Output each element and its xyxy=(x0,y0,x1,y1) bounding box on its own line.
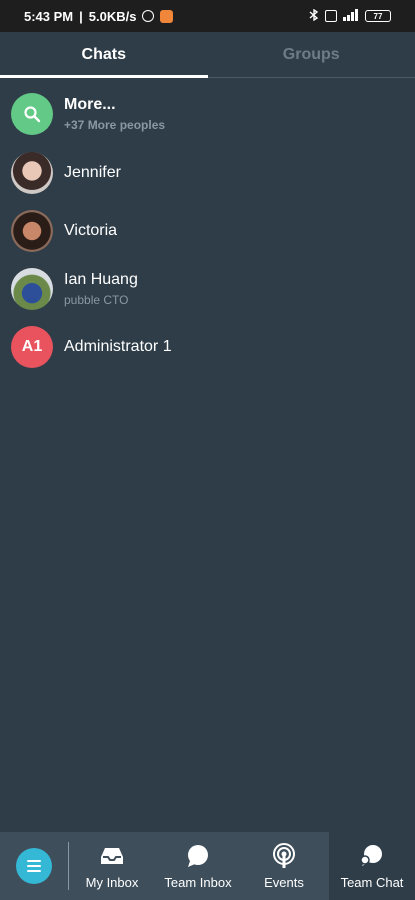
inbox-icon xyxy=(100,843,124,869)
tab-chats-label: Chats xyxy=(81,45,126,63)
battery-icon: 77 xyxy=(365,10,391,22)
nav-label: Events xyxy=(264,874,304,890)
more-title: More... xyxy=(64,96,116,113)
avatar xyxy=(11,210,53,252)
more-info: More... +37 More peoples xyxy=(64,96,165,132)
chat-item-victoria[interactable]: Victoria xyxy=(0,202,415,260)
more-subtitle: +37 More peoples xyxy=(64,118,166,132)
alarm-icon xyxy=(142,10,155,22)
chat-item-administrator[interactable]: A1 Administrator 1 xyxy=(0,318,415,376)
nav-events[interactable]: Events xyxy=(241,832,327,900)
nav-label: My Inbox xyxy=(85,874,139,890)
nav-label: Team Chat xyxy=(340,874,404,890)
tab-chats[interactable]: Chats xyxy=(0,32,208,78)
nav-label: Team Inbox xyxy=(164,874,232,890)
chat-info: Jennifer xyxy=(64,164,121,182)
contact-name: Administrator 1 xyxy=(64,338,172,355)
chat-list: More... +37 More peoples Jennifer Victor… xyxy=(0,84,415,376)
avatar xyxy=(11,268,53,310)
broadcast-icon xyxy=(272,842,296,869)
status-speed: 5.0KB/s xyxy=(88,8,137,24)
avatar xyxy=(11,152,53,194)
tab-groups[interactable]: Groups xyxy=(208,32,415,77)
more-people-item[interactable]: More... +37 More peoples xyxy=(0,84,415,144)
signal-icon xyxy=(343,9,359,23)
chat-info: Administrator 1 xyxy=(64,338,172,356)
status-bar: 5:43 PM | 5.0KB/s 77 xyxy=(0,0,415,32)
sim-icon xyxy=(325,10,337,22)
contact-subtitle: pubble CTO xyxy=(64,293,129,307)
initials-text: A1 xyxy=(21,338,43,355)
nav-team-inbox[interactable]: Team Inbox xyxy=(155,832,241,900)
hamburger-icon[interactable] xyxy=(16,848,52,884)
status-right: 77 xyxy=(309,8,391,23)
chat-info: Victoria xyxy=(64,222,117,240)
bottom-nav: My Inbox Team Inbox Events Team Chat xyxy=(0,832,415,900)
nav-my-inbox[interactable]: My Inbox xyxy=(69,832,155,900)
nav-team-chat[interactable]: Team Chat xyxy=(329,832,415,900)
contact-name: Victoria xyxy=(64,222,118,239)
chat-item-jennifer[interactable]: Jennifer xyxy=(0,144,415,202)
contact-name: Ian Huang xyxy=(64,271,138,288)
speech-bubble-icon xyxy=(186,843,210,869)
chat-info: Ian Huang pubble CTO xyxy=(64,271,138,307)
search-icon xyxy=(11,93,53,135)
battery-level: 77 xyxy=(373,11,383,21)
avatar-initials: A1 xyxy=(11,326,53,368)
tab-groups-label: Groups xyxy=(282,45,340,63)
bluetooth-icon xyxy=(309,8,319,23)
chat-bubbles-icon xyxy=(359,843,385,869)
chat-item-ian-huang[interactable]: Ian Huang pubble CTO xyxy=(0,260,415,318)
status-left: 5:43 PM | 5.0KB/s xyxy=(24,8,174,24)
status-time: 5:43 PM xyxy=(24,8,74,24)
notification-icon xyxy=(160,9,174,23)
contact-name: Jennifer xyxy=(64,164,121,181)
tab-bar: Chats Groups xyxy=(0,32,415,78)
status-separator: | xyxy=(79,8,83,24)
